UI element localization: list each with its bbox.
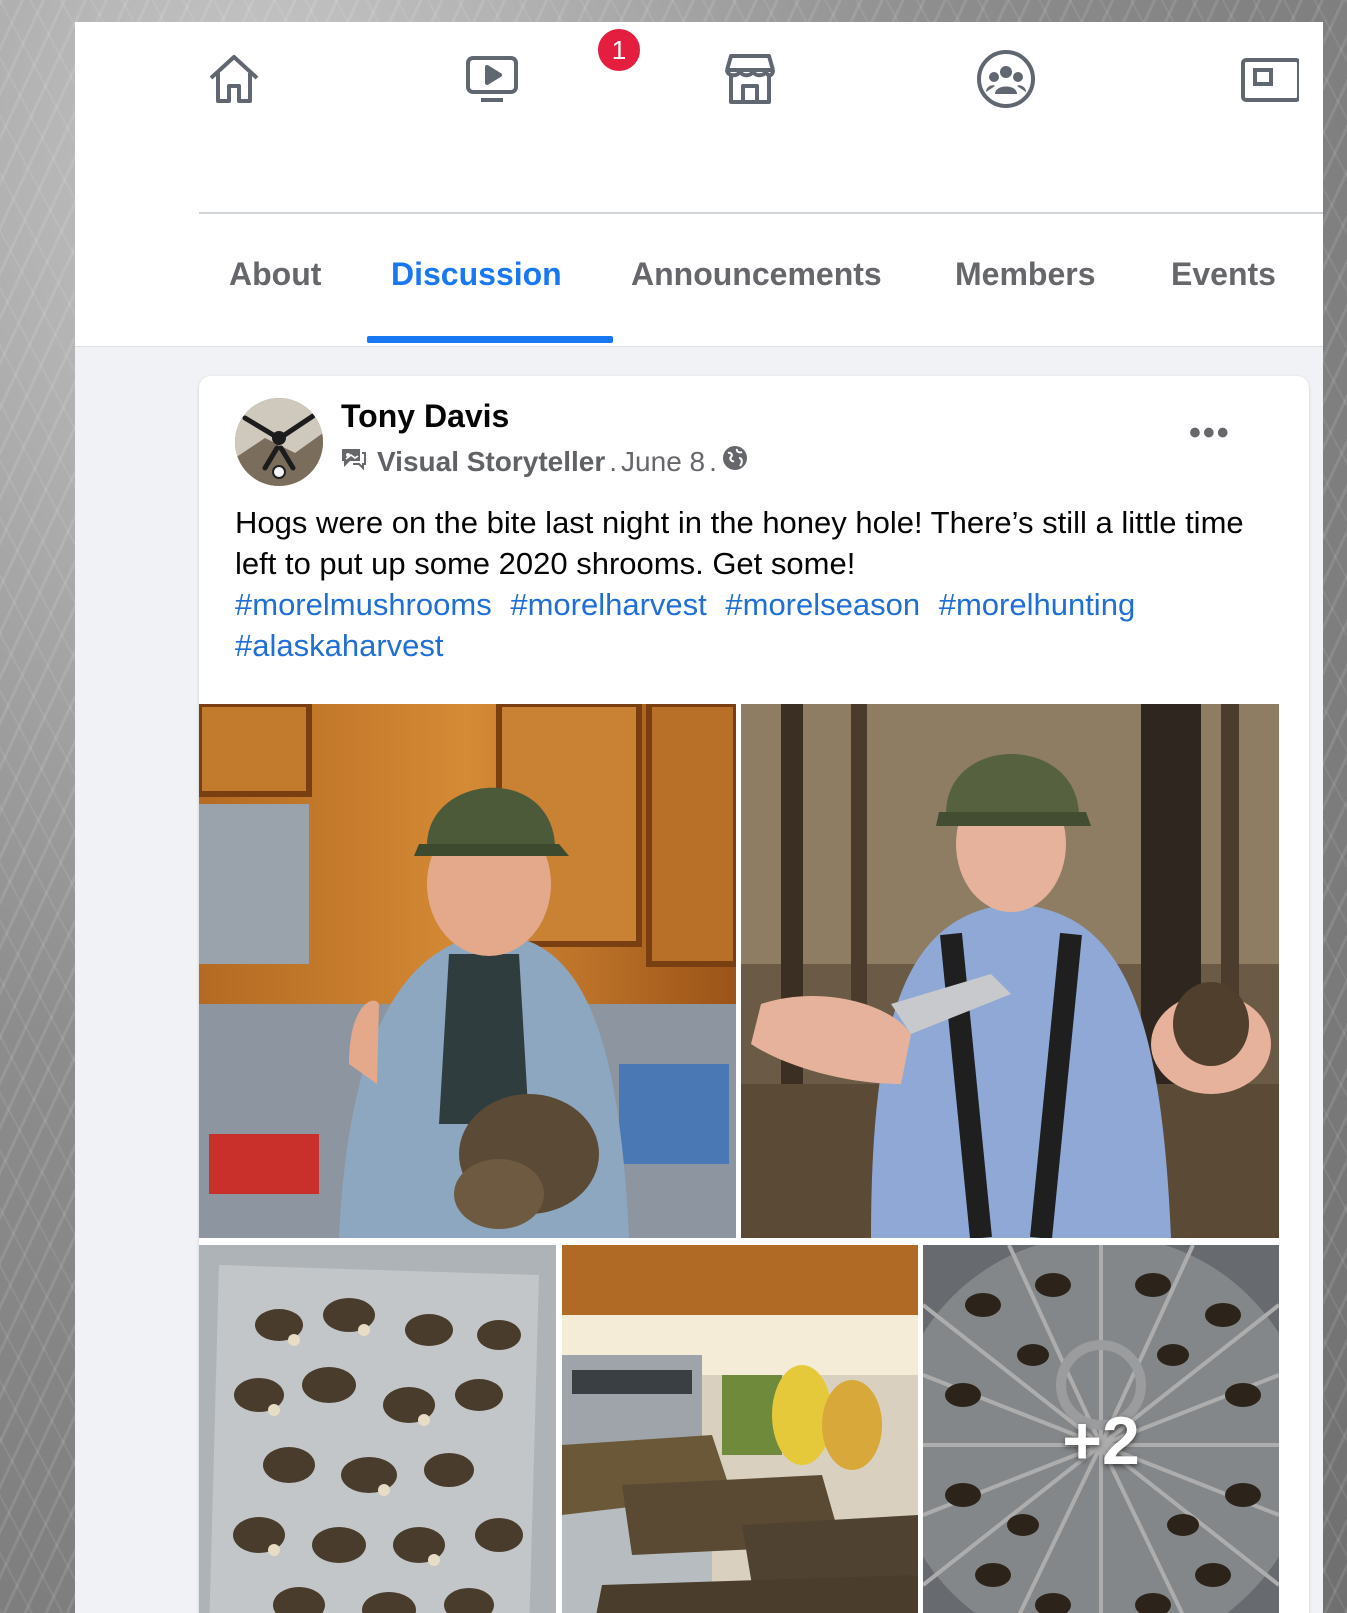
photo-kitchen-drying-trays[interactable] xyxy=(562,1245,918,1613)
active-tab-indicator xyxy=(367,336,613,343)
post-date[interactable]: June 8 xyxy=(621,446,705,478)
top-navigation-bar: 1 xyxy=(75,22,1323,141)
notification-badge: 1 xyxy=(595,26,643,74)
post-text: Hogs were on the bite last night in the … xyxy=(235,502,1245,666)
gaming-icon[interactable] xyxy=(1237,48,1301,110)
group-header: About Discussion Announcements Members E… xyxy=(75,140,1323,347)
photo-woman-with-shears[interactable] xyxy=(741,704,1279,1238)
hashtag-link[interactable]: #morelmushrooms xyxy=(235,587,492,622)
hashtag-link[interactable]: #alaskaharvest xyxy=(235,628,444,663)
tab-members[interactable]: Members xyxy=(955,256,1096,293)
meta-separator: . xyxy=(609,445,618,477)
app-screen: 1 About Discussion Announcements Members… xyxy=(75,22,1323,1613)
hashtag-link[interactable]: #morelseason xyxy=(725,587,920,622)
hashtag-link[interactable]: #morelharvest xyxy=(510,587,706,622)
photo-man-holding-morels[interactable] xyxy=(199,704,736,1238)
tab-about[interactable]: About xyxy=(229,256,321,293)
author-role: Visual Storyteller xyxy=(377,445,606,477)
marketplace-icon[interactable] xyxy=(719,48,781,110)
watch-icon[interactable] xyxy=(461,48,523,110)
groups-icon[interactable] xyxy=(975,48,1037,110)
photo-tray-of-morels[interactable] xyxy=(199,1245,556,1613)
hashtag-list: #morelmushrooms #morelharvest #morelseas… xyxy=(235,584,1245,666)
hashtag-link[interactable]: #morelhunting xyxy=(939,587,1135,622)
globe-icon xyxy=(721,444,749,479)
more-photos-count[interactable]: +2 xyxy=(923,1245,1279,1613)
storyteller-badge-icon xyxy=(339,444,367,479)
tab-announcements[interactable]: Announcements xyxy=(631,256,882,293)
post-card: Tony Davis Visual Storyteller . June 8 . xyxy=(199,376,1309,1613)
post-meta: Visual Storyteller . June 8 . xyxy=(339,444,749,479)
header-divider xyxy=(199,212,1323,214)
post-message: Hogs were on the bite last night in the … xyxy=(235,505,1244,581)
meta-separator: . xyxy=(709,445,717,477)
avatar[interactable] xyxy=(235,398,323,486)
more-options-button[interactable]: ••• xyxy=(1189,414,1231,453)
post-author[interactable]: Tony Davis xyxy=(341,398,509,435)
home-icon[interactable] xyxy=(203,48,265,110)
photo-dehydrator-morels[interactable]: +2 xyxy=(923,1245,1279,1613)
tab-discussion[interactable]: Discussion xyxy=(391,256,562,293)
tab-events[interactable]: Events xyxy=(1171,256,1276,293)
